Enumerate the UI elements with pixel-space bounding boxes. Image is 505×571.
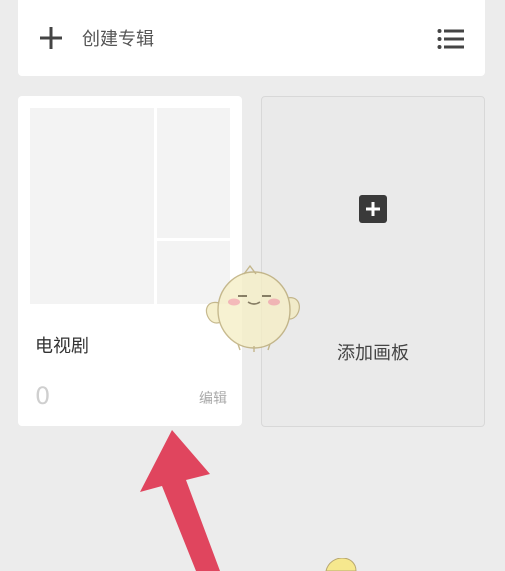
pointer-arrow <box>140 430 220 571</box>
album-title: 电视剧 <box>35 336 89 357</box>
cover-placeholder-main <box>30 108 154 304</box>
app-screen: 创建专辑 电视剧 0 编辑 添加画板 <box>0 0 505 571</box>
create-album-button[interactable]: 创建专辑 <box>18 0 154 76</box>
album-card[interactable]: 电视剧 0 编辑 <box>18 96 242 426</box>
plus-icon <box>40 27 62 49</box>
plus-square-icon <box>359 195 387 223</box>
mascot-peek-sticker <box>325 558 357 571</box>
mascot-sticker <box>205 264 300 352</box>
top-toolbar: 创建专辑 <box>18 0 485 76</box>
cover-placeholder-top-right <box>157 108 230 238</box>
list-icon[interactable] <box>437 28 465 50</box>
album-edit-button[interactable]: 编辑 <box>199 388 227 408</box>
album-pin-count: 0 <box>35 382 51 410</box>
create-album-label: 创建专辑 <box>82 29 154 50</box>
